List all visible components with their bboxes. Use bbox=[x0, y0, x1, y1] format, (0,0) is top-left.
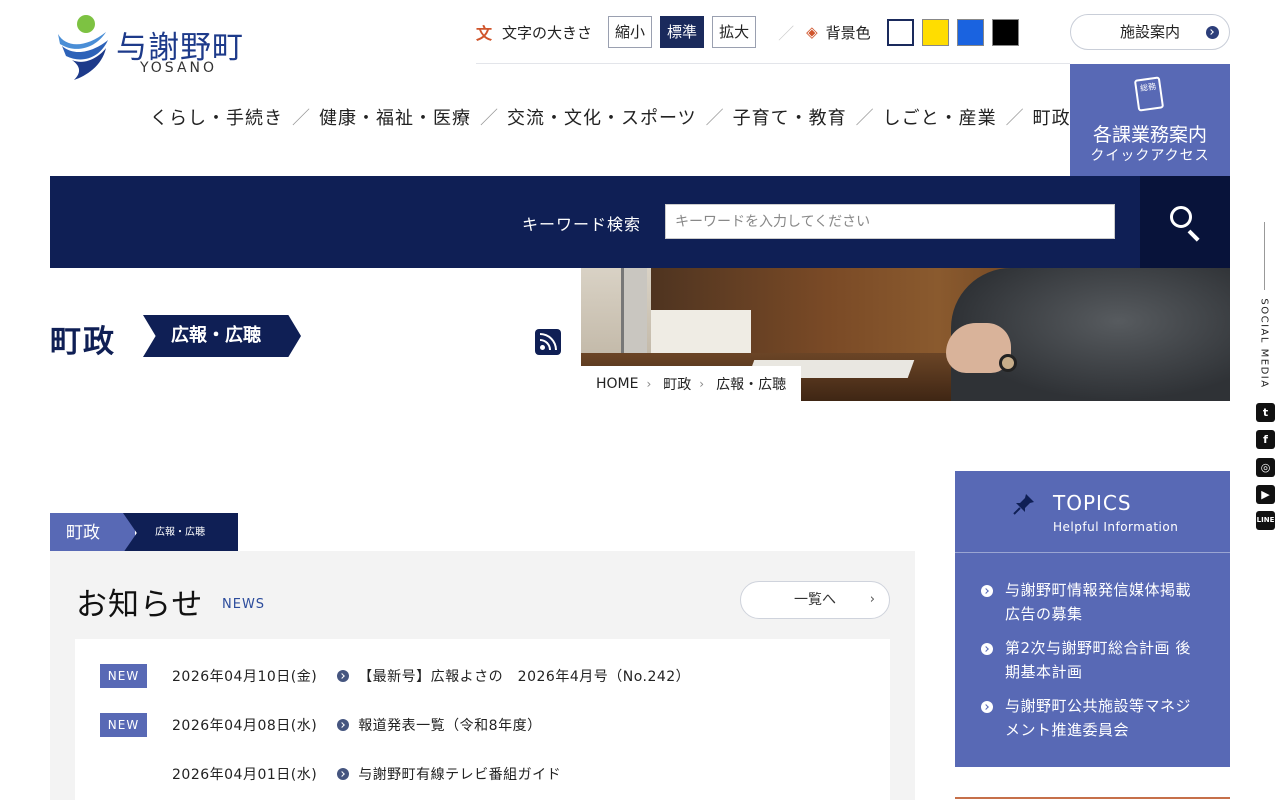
new-badge: NEW bbox=[100, 664, 147, 688]
new-badge-placeholder bbox=[100, 762, 147, 786]
quick-access-subtitle: クイックアクセス bbox=[1090, 148, 1210, 164]
nav-separator: ／ bbox=[1005, 108, 1024, 129]
news-list-label: 一覧へ bbox=[794, 592, 836, 608]
nav-item-town-admin[interactable]: 町政 bbox=[1033, 104, 1071, 130]
breadcrumb-town-admin[interactable]: 町政 bbox=[663, 374, 691, 394]
news-date: 2026年04月08日(水) bbox=[172, 718, 318, 734]
header-divider bbox=[476, 63, 1070, 64]
search-icon-handle bbox=[1187, 229, 1200, 242]
news-link[interactable]: 報道発表一覧（令和8年度） bbox=[358, 715, 541, 735]
new-badge: NEW bbox=[100, 713, 147, 737]
chevron-right-icon: › bbox=[646, 376, 652, 391]
nav-item-living[interactable]: くらし・手続き bbox=[150, 104, 283, 130]
bg-color-blue-swatch[interactable] bbox=[956, 18, 984, 46]
news-section: お知らせ NEWS 一覧へ › NEW 2026年04月10日(金) 【最新号】… bbox=[50, 551, 915, 800]
bg-color-label: 背景色 bbox=[825, 23, 871, 42]
instagram-icon[interactable]: ◎ bbox=[1256, 458, 1275, 477]
arrow-circle-icon bbox=[337, 719, 350, 731]
nav-item-health[interactable]: 健康・福祉・医療 bbox=[319, 104, 471, 130]
news-date: 2026年04月01日(水) bbox=[172, 767, 318, 783]
font-size-small-button[interactable]: 縮小 bbox=[608, 16, 653, 48]
arrow-circle-icon bbox=[1206, 26, 1219, 39]
paint-bucket-icon: ◈ bbox=[806, 23, 818, 41]
town-emblem-icon bbox=[58, 15, 108, 80]
breadcrumb-home[interactable]: HOME bbox=[596, 376, 638, 392]
topic-label: 与謝野町公共施設等マネジメント推進委員会 bbox=[1005, 697, 1192, 739]
bg-color-black-swatch[interactable] bbox=[991, 18, 1019, 46]
logo-english: YOSANO bbox=[140, 60, 218, 76]
rss-icon[interactable] bbox=[535, 329, 561, 355]
arrow-circle-icon bbox=[337, 768, 350, 780]
pushpin-icon bbox=[1013, 494, 1034, 515]
list-item: NEW 2026年04月10日(金) 【最新号】広報よさの 2026年4月号（N… bbox=[100, 663, 690, 689]
nav-item-culture[interactable]: 交流・文化・スポーツ bbox=[507, 104, 697, 130]
nav-item-childcare[interactable]: 子育て・教育 bbox=[733, 104, 847, 130]
font-size-label: 文字の大きさ bbox=[502, 23, 593, 42]
section-tab: 町政 広報・広聴 bbox=[50, 513, 238, 553]
page-subtitle: 広報・広聴 bbox=[143, 315, 301, 357]
facility-guide-label: 施設案内 bbox=[1119, 23, 1180, 41]
news-link[interactable]: 与謝野町有線テレビ番組ガイド bbox=[358, 764, 561, 784]
social-media-label: SOCIAL MEDIA bbox=[1258, 298, 1270, 389]
divider: ／ bbox=[778, 24, 795, 43]
news-list: NEW 2026年04月10日(金) 【最新号】広報よさの 2026年4月号（N… bbox=[75, 639, 890, 800]
twitter-icon[interactable]: t bbox=[1256, 403, 1275, 422]
list-item: 2026年04月01日(水) 与謝野町有線テレビ番組ガイド bbox=[100, 761, 561, 787]
topics-panel: TOPICS Helpful Information 与謝野町情報発信媒体掲載広… bbox=[955, 471, 1230, 767]
arrow-circle-icon bbox=[981, 701, 993, 713]
topic-label: 第2次与謝野町総合計画 後期基本計画 bbox=[1005, 639, 1191, 681]
arrow-circle-icon bbox=[981, 585, 993, 597]
topic-link[interactable]: 与謝野町公共施設等マネジメント推進委員会 bbox=[981, 694, 1205, 742]
search-button[interactable] bbox=[1140, 176, 1230, 268]
global-nav: くらし・手続き ／ 健康・福祉・医療 ／ 交流・文化・スポーツ ／ 子育て・教育… bbox=[150, 104, 1071, 130]
topics-heading: TOPICS bbox=[1053, 491, 1132, 515]
search-icon bbox=[1170, 206, 1192, 228]
arrow-circle-icon bbox=[337, 670, 350, 682]
search-input[interactable] bbox=[665, 204, 1115, 239]
section-tab-sub[interactable]: 広報・広聴 bbox=[123, 513, 238, 553]
youtube-icon[interactable]: ▶ bbox=[1256, 485, 1275, 504]
topic-link[interactable]: 与謝野町情報発信媒体掲載広告の募集 bbox=[981, 578, 1205, 626]
site-logo[interactable]: 与謝野町 YOSANO bbox=[56, 14, 256, 84]
topics-subheading: Helpful Information bbox=[1053, 520, 1179, 534]
bg-color-yellow-swatch[interactable] bbox=[921, 18, 949, 46]
font-size-large-button[interactable]: 拡大 bbox=[712, 16, 757, 48]
social-rail-line bbox=[1264, 222, 1265, 290]
topics-divider bbox=[955, 552, 1230, 553]
breadcrumb: HOME › 町政 › 広報・広聴 bbox=[581, 366, 802, 401]
accessibility-toolbar: 文 文字の大きさ 縮小 標準 拡大 ／ ◈ 背景色 bbox=[476, 14, 1027, 50]
search-label: キーワード検索 bbox=[522, 215, 642, 234]
nav-separator: ／ bbox=[705, 108, 724, 129]
chevron-right-icon: › bbox=[699, 376, 705, 391]
line-icon[interactable]: LINE bbox=[1256, 511, 1275, 530]
facility-guide-button[interactable]: 施設案内 bbox=[1070, 14, 1230, 50]
nav-separator: ／ bbox=[292, 108, 310, 129]
bg-color-white-swatch[interactable] bbox=[886, 18, 914, 46]
quick-access-title: 各課業務案内 bbox=[1092, 124, 1207, 146]
topic-link[interactable]: 第2次与謝野町総合計画 後期基本計画 bbox=[981, 636, 1205, 684]
news-list-button[interactable]: 一覧へ › bbox=[740, 581, 890, 619]
breadcrumb-current: 広報・広聴 bbox=[716, 376, 787, 393]
nav-item-work[interactable]: しごと・産業 bbox=[883, 104, 997, 130]
news-heading-en: NEWS bbox=[222, 597, 266, 612]
news-heading: お知らせ bbox=[76, 587, 204, 623]
nav-separator: ／ bbox=[855, 108, 874, 129]
nav-separator: ／ bbox=[480, 108, 498, 129]
search-bar: キーワード検索 bbox=[50, 176, 1230, 268]
news-link[interactable]: 【最新号】広報よさの 2026年4月号（No.242） bbox=[358, 666, 690, 686]
topic-label: 与謝野町情報発信媒体掲載広告の募集 bbox=[1005, 581, 1192, 623]
text-size-icon: 文 bbox=[476, 24, 493, 43]
document-icon: 総務 bbox=[1133, 76, 1165, 112]
font-size-standard-button[interactable]: 標準 bbox=[660, 16, 705, 48]
news-date: 2026年04月10日(金) bbox=[172, 669, 318, 685]
section-tab-main[interactable]: 町政 bbox=[50, 513, 135, 553]
arrow-circle-icon bbox=[981, 643, 993, 655]
list-item: NEW 2026年04月08日(水) 報道発表一覧（令和8年度） bbox=[100, 712, 542, 738]
page-title: 町政 bbox=[50, 324, 116, 360]
quick-access-button[interactable]: 総務 各課業務案内 クイックアクセス bbox=[1070, 64, 1230, 176]
facebook-icon[interactable]: f bbox=[1256, 430, 1275, 449]
chevron-right-icon: › bbox=[869, 592, 875, 607]
